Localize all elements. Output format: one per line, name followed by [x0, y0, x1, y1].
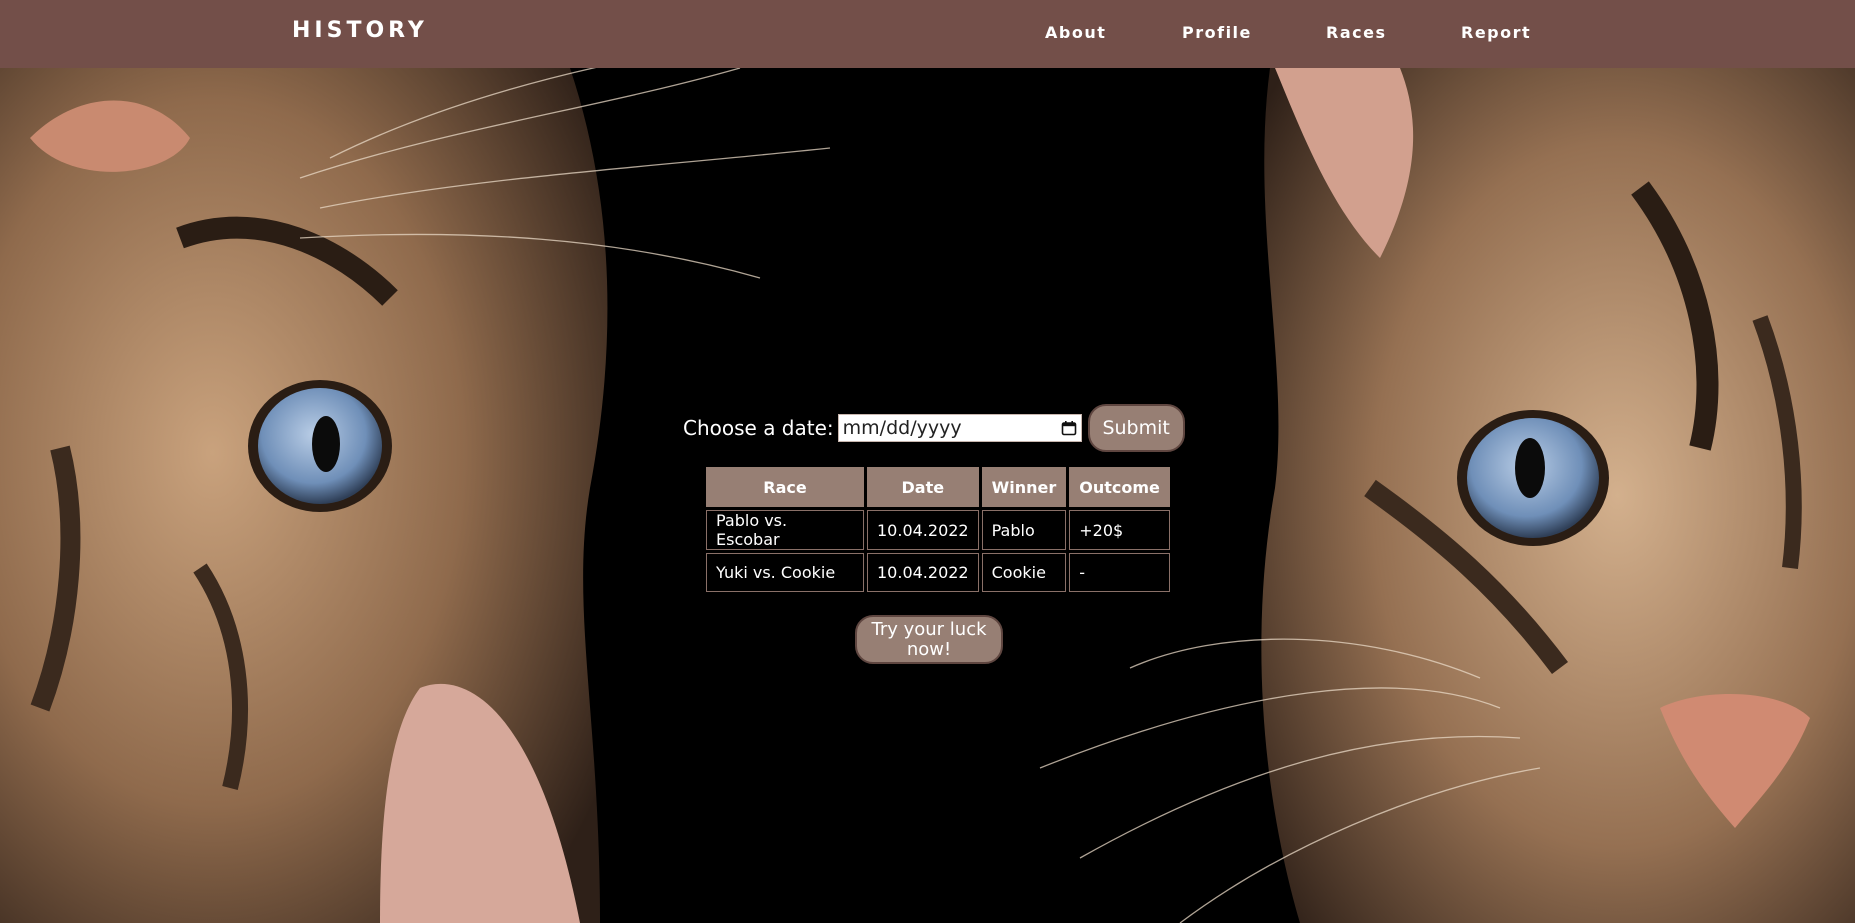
brand-title[interactable]: HISTORY: [292, 18, 428, 43]
cell-race: Yuki vs. Cookie: [706, 553, 864, 592]
cell-race: Pablo vs. Escobar: [706, 510, 864, 550]
col-race-header: Race: [706, 467, 864, 507]
cell-outcome: +20$: [1069, 510, 1170, 550]
calendar-icon[interactable]: [1061, 420, 1077, 436]
table-row: Pablo vs. Escobar 10.04.2022 Pablo +20$: [706, 510, 1170, 550]
nav-report[interactable]: Report: [1461, 23, 1531, 42]
nav-profile[interactable]: Profile: [1182, 23, 1252, 42]
date-label: Choose a date:: [683, 416, 834, 440]
table-header-row: Race Date Winner Outcome: [706, 467, 1170, 507]
col-outcome-header: Outcome: [1069, 467, 1170, 507]
cell-date: 10.04.2022: [867, 510, 979, 550]
try-button-line2: now!: [906, 639, 952, 660]
submit-button[interactable]: Submit: [1087, 404, 1185, 452]
navbar: HISTORY About Profile Races Report: [0, 0, 1855, 68]
cell-winner: Cookie: [981, 553, 1067, 592]
cell-outcome: -: [1069, 553, 1170, 592]
cell-winner: Pablo: [981, 510, 1067, 550]
nav-about[interactable]: About: [1045, 23, 1106, 42]
date-placeholder: mm/dd/yyyy: [842, 417, 962, 439]
try-button-line1: Try your luck: [871, 619, 987, 640]
col-date-header: Date: [867, 467, 979, 507]
table-row: Yuki vs. Cookie 10.04.2022 Cookie -: [706, 553, 1170, 592]
race-history-table: Race Date Winner Outcome Pablo vs. Escob…: [703, 464, 1173, 595]
cell-date: 10.04.2022: [867, 553, 979, 592]
date-form: Choose a date: mm/dd/yyyy Submit: [683, 403, 1185, 453]
nav-races[interactable]: Races: [1326, 23, 1386, 42]
col-winner-header: Winner: [981, 467, 1067, 507]
date-input[interactable]: mm/dd/yyyy: [837, 414, 1082, 442]
try-your-luck-button[interactable]: Try your luck now!: [855, 615, 1003, 664]
